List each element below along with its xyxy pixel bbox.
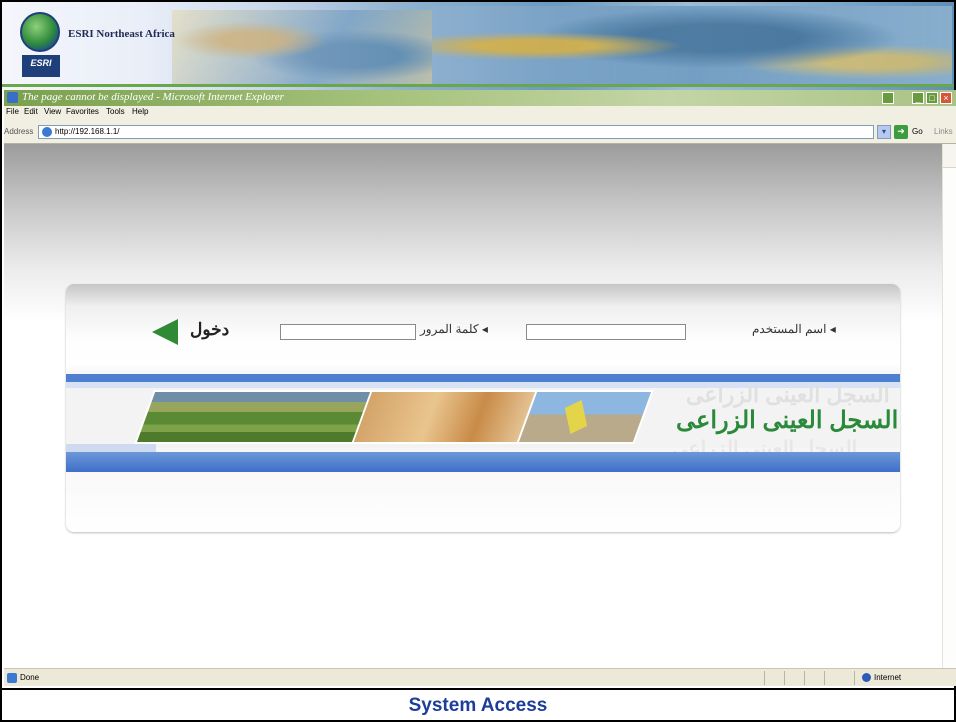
banner-map-image (172, 10, 432, 86)
status-separator (854, 671, 855, 685)
address-dropdown-icon[interactable]: ▾ (877, 125, 891, 139)
esri-banner: ESRI ESRI Northeast Africa (2, 2, 954, 90)
menu-tools[interactable]: Tools (106, 107, 125, 116)
globe-logo-icon (20, 12, 60, 52)
ancient-egypt-photo (351, 390, 541, 444)
security-zone: Internet (874, 673, 902, 682)
window-title: The page cannot be displayed - Microsoft… (22, 91, 284, 103)
vertical-scrollbar[interactable] (942, 144, 956, 668)
close-icon[interactable]: × (940, 92, 952, 104)
password-input[interactable] (280, 324, 416, 340)
scrollbar-thumb[interactable] (943, 144, 956, 168)
menu-edit[interactable]: Edit (24, 107, 38, 116)
password-label: ◂ كلمة المرور (420, 322, 488, 336)
slide-caption: System Access (2, 688, 954, 720)
gps-device-icon (564, 400, 588, 434)
username-input[interactable] (526, 324, 686, 340)
banner-divider (2, 84, 954, 87)
banner-title: ESRI Northeast Africa (68, 28, 175, 40)
go-button-label[interactable]: Go (912, 127, 923, 136)
address-url: http://192.168.1.1/ (55, 127, 120, 136)
system-title: السجل العينى الزراعى (676, 407, 899, 434)
menu-favorites[interactable]: Favorites (66, 107, 99, 116)
ie-icon (7, 92, 18, 103)
enter-arrow-icon[interactable] (152, 319, 178, 345)
status-separator (804, 671, 805, 685)
caption-text: System Access (408, 695, 548, 716)
page-icon (42, 127, 52, 137)
internet-globe-icon (862, 673, 871, 682)
login-row: ◂ اسم المستخدم ◂ كلمة المرور دخول (66, 284, 900, 380)
banner-map-image-2 (432, 6, 952, 86)
title-watermark: السجل العينى الزراعى (686, 382, 890, 407)
menu-bar: File Edit View Favorites Tools Help (4, 106, 956, 120)
window-icon-button[interactable] (882, 92, 894, 104)
status-separator (824, 671, 825, 685)
address-field[interactable]: http://192.168.1.1/ (38, 125, 874, 139)
esri-logo-subtitle (22, 71, 60, 77)
decorative-band-bottom (66, 452, 900, 472)
status-bar: Done Internet (4, 668, 956, 686)
survey-instrument-photo (516, 390, 654, 444)
address-label: Address (4, 127, 34, 136)
minimize-icon[interactable]: _ (912, 92, 924, 104)
done-page-icon (7, 673, 17, 683)
username-label: ◂ اسم المستخدم (752, 322, 836, 336)
fields-photo (134, 390, 384, 444)
menu-file[interactable]: File (6, 107, 19, 116)
menu-help[interactable]: Help (132, 107, 148, 116)
address-bar: Address http://192.168.1.1/ ▾ ➜ Go Links (4, 120, 956, 144)
decorative-band-top (66, 374, 900, 382)
enter-button[interactable]: دخول (190, 320, 229, 340)
menu-view[interactable]: View (44, 107, 61, 116)
maximize-icon[interactable]: □ (926, 92, 938, 104)
links-label[interactable]: Links (934, 127, 953, 136)
login-panel: ◂ اسم المستخدم ◂ كلمة المرور دخول السجل … (66, 284, 900, 532)
go-arrow-icon[interactable]: ➜ (894, 125, 908, 139)
status-text: Done (20, 673, 40, 682)
esri-logo: ESRI (22, 55, 60, 71)
slide: ESRI ESRI Northeast Africa The page cann… (0, 0, 956, 722)
status-separator (764, 671, 765, 685)
window-titlebar[interactable]: The page cannot be displayed - Microsoft… (4, 90, 956, 106)
status-separator (784, 671, 785, 685)
